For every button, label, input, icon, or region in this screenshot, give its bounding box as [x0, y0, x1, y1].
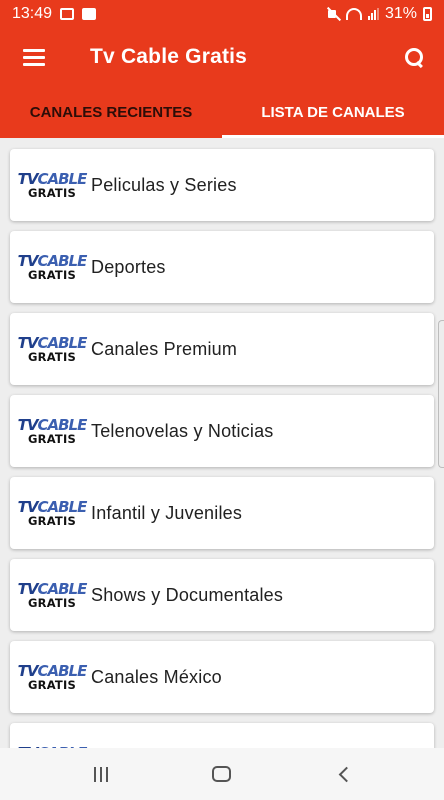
- home-icon: [212, 766, 232, 782]
- home-button[interactable]: [192, 748, 252, 800]
- menu-button[interactable]: [0, 28, 68, 86]
- tv-cable-gratis-logo: TVCABLE GRATIS: [17, 169, 88, 200]
- app-title: Tv Cable Gratis: [90, 45, 248, 68]
- category-item-deportes[interactable]: TVCABLE GRATIS Deportes: [10, 231, 434, 303]
- category-label: Shows y Documentales: [91, 584, 284, 605]
- tab-canales-recientes[interactable]: CANALES RECIENTES: [0, 86, 222, 138]
- category-label: Canales Premium: [91, 338, 238, 359]
- mute-icon: [326, 7, 340, 21]
- category-item-canales-mexico[interactable]: TVCABLE GRATIS Canales México: [10, 641, 434, 713]
- tv-cable-gratis-logo: TVCABLE GRATIS: [17, 579, 88, 610]
- back-button[interactable]: [313, 748, 373, 800]
- category-list[interactable]: TVCABLE GRATIS Peliculas y Series TVCABL…: [0, 138, 444, 748]
- system-nav-bar: [0, 748, 444, 800]
- search-icon: [405, 48, 423, 66]
- tv-cable-gratis-logo: TVCABLE GRATIS: [17, 333, 88, 364]
- category-label: Telenovelas y Noticias: [91, 420, 274, 441]
- tv-cable-gratis-logo: TVCABLE GRATIS: [17, 415, 88, 446]
- category-label: Canales México: [91, 666, 222, 687]
- tab-lista-de-canales[interactable]: LISTA DE CANALES: [222, 86, 444, 138]
- category-label: Peliculas y Series: [91, 174, 237, 195]
- signal-icon: [367, 8, 379, 20]
- tv-cable-gratis-logo: TVCABLE GRATIS: [17, 661, 88, 692]
- tv-cable-gratis-logo: TVCABLE GRATIS: [18, 740, 88, 749]
- hamburger-icon: [23, 48, 45, 66]
- search-button[interactable]: [384, 28, 444, 86]
- tab-bar: CANALES RECIENTES LISTA DE CANALES: [0, 86, 444, 138]
- category-item-peliculas-y-series[interactable]: TVCABLE GRATIS Peliculas y Series: [10, 149, 434, 221]
- gallery-icon: [60, 8, 75, 20]
- tv-cable-gratis-logo: TVCABLE GRATIS: [17, 251, 88, 282]
- category-item-canales-premium[interactable]: TVCABLE GRATIS Canales Premium: [10, 313, 434, 385]
- battery-icon: [423, 7, 432, 21]
- recents-button[interactable]: [71, 748, 131, 800]
- app-bar: Tv Cable Gratis: [0, 28, 444, 86]
- category-item-shows-y-documentales[interactable]: TVCABLE GRATIS Shows y Documentales: [10, 559, 434, 631]
- category-label: Deportes: [91, 256, 166, 277]
- battery-percent: 31%: [384, 5, 417, 22]
- scroll-handle[interactable]: [438, 320, 444, 468]
- tv-cable-gratis-logo: TVCABLE GRATIS: [17, 497, 88, 528]
- wifi-icon: [345, 8, 362, 20]
- back-icon: [338, 766, 355, 782]
- category-item-telenovelas-y-noticias[interactable]: TVCABLE GRATIS Telenovelas y Noticias: [10, 395, 434, 467]
- status-time: 13:49: [12, 5, 53, 22]
- status-bar: 13:49 31%: [0, 0, 444, 28]
- category-item-infantil-y-juveniles[interactable]: TVCABLE GRATIS Infantil y Juveniles: [10, 477, 434, 549]
- recents-icon: [93, 766, 108, 782]
- category-item-partial[interactable]: TVCABLE GRATIS: [10, 723, 434, 748]
- category-label: Infantil y Juveniles: [91, 502, 243, 523]
- notification-icon: [82, 8, 97, 20]
